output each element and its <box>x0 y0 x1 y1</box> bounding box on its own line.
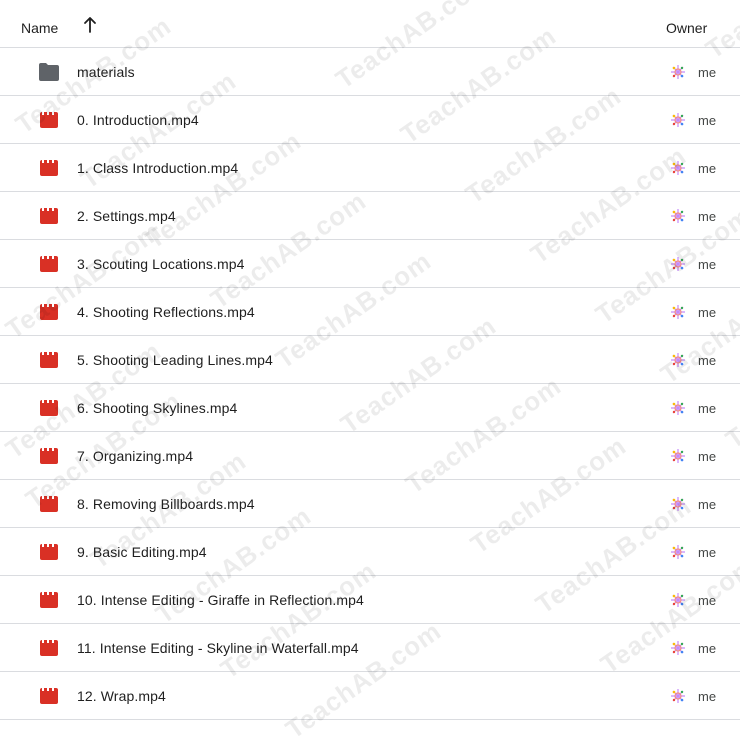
owner-avatar-icon <box>668 110 688 130</box>
video-file-icon <box>39 543 59 561</box>
video-file-icon <box>39 639 59 657</box>
arrow-up-icon[interactable] <box>80 15 100 35</box>
file-row[interactable]: 8. Removing Billboards.mp4 me <box>0 480 740 528</box>
file-row[interactable]: 0. Introduction.mp4 me <box>0 96 740 144</box>
file-row[interactable]: 12. Wrap.mp4 me <box>0 672 740 720</box>
name-column-header[interactable]: Name <box>21 20 58 36</box>
owner-label: me <box>698 497 717 512</box>
video-file-icon <box>39 591 59 609</box>
file-name: 3. Scouting Locations.mp4 <box>77 256 245 272</box>
file-name: 7. Organizing.mp4 <box>77 448 194 464</box>
file-row[interactable]: 10. Intense Editing - Giraffe in Reflect… <box>0 576 740 624</box>
video-file-icon <box>39 447 59 465</box>
owner-avatar-icon <box>668 158 688 178</box>
file-name: 4. Shooting Reflections.mp4 <box>77 304 255 320</box>
owner-avatar-icon <box>668 686 688 706</box>
owner-avatar-icon <box>668 254 688 274</box>
file-row[interactable]: 9. Basic Editing.mp4 me <box>0 528 740 576</box>
owner-label: me <box>698 689 717 704</box>
owner-avatar-icon <box>668 590 688 610</box>
file-name: materials <box>77 64 135 80</box>
owner-label: me <box>698 161 717 176</box>
owner-avatar-icon <box>668 62 688 82</box>
folder-row[interactable]: materials me <box>0 48 740 96</box>
owner-label: me <box>698 353 717 368</box>
file-name: 1. Class Introduction.mp4 <box>77 160 239 176</box>
file-name: 12. Wrap.mp4 <box>77 688 166 704</box>
file-row[interactable]: 2. Settings.mp4 me <box>0 192 740 240</box>
owner-label: me <box>698 257 717 272</box>
file-name: 5. Shooting Leading Lines.mp4 <box>77 352 273 368</box>
owner-label: me <box>698 449 717 464</box>
owner-avatar-icon <box>668 494 688 514</box>
file-name: 9. Basic Editing.mp4 <box>77 544 207 560</box>
owner-label: me <box>698 401 717 416</box>
file-row[interactable]: 1. Class Introduction.mp4 me <box>0 144 740 192</box>
owner-avatar-icon <box>668 350 688 370</box>
file-name: 2. Settings.mp4 <box>77 208 176 224</box>
file-name: 6. Shooting Skylines.mp4 <box>77 400 238 416</box>
video-file-icon <box>39 399 59 417</box>
file-name: 10. Intense Editing - Giraffe in Reflect… <box>77 592 364 608</box>
owner-label: me <box>698 209 717 224</box>
owner-avatar-icon <box>668 302 688 322</box>
file-row[interactable]: 7. Organizing.mp4 me <box>0 432 740 480</box>
owner-avatar-icon <box>668 398 688 418</box>
video-file-icon <box>39 207 59 225</box>
file-name: 8. Removing Billboards.mp4 <box>77 496 255 512</box>
file-row[interactable]: 4. Shooting Reflections.mp4 me <box>0 288 740 336</box>
owner-avatar-icon <box>668 206 688 226</box>
file-row[interactable]: 6. Shooting Skylines.mp4 me <box>0 384 740 432</box>
file-name: 11. Intense Editing - Skyline in Waterfa… <box>77 640 359 656</box>
owner-avatar-icon <box>668 638 688 658</box>
owner-label: me <box>698 593 717 608</box>
video-file-icon <box>39 255 59 273</box>
owner-label: me <box>698 641 717 656</box>
owner-label: me <box>698 113 717 128</box>
owner-column-header[interactable]: Owner <box>666 20 707 36</box>
owner-label: me <box>698 65 717 80</box>
owner-avatar-icon <box>668 446 688 466</box>
owner-avatar-icon <box>668 542 688 562</box>
file-list: materials me 0. Introduction.mp4 me 1. Class… <box>0 48 740 720</box>
video-file-icon <box>39 687 59 705</box>
file-list-header: Name Owner <box>0 0 740 48</box>
video-file-icon <box>39 495 59 513</box>
file-row[interactable]: 5. Shooting Leading Lines.mp4 me <box>0 336 740 384</box>
video-file-icon <box>39 351 59 369</box>
folder-icon <box>39 63 59 81</box>
file-row[interactable]: 11. Intense Editing - Skyline in Waterfa… <box>0 624 740 672</box>
owner-label: me <box>698 545 717 560</box>
video-file-icon <box>39 303 59 321</box>
video-file-icon <box>39 159 59 177</box>
video-file-icon <box>39 111 59 129</box>
file-name: 0. Introduction.mp4 <box>77 112 199 128</box>
file-row[interactable]: 3. Scouting Locations.mp4 me <box>0 240 740 288</box>
owner-label: me <box>698 305 717 320</box>
